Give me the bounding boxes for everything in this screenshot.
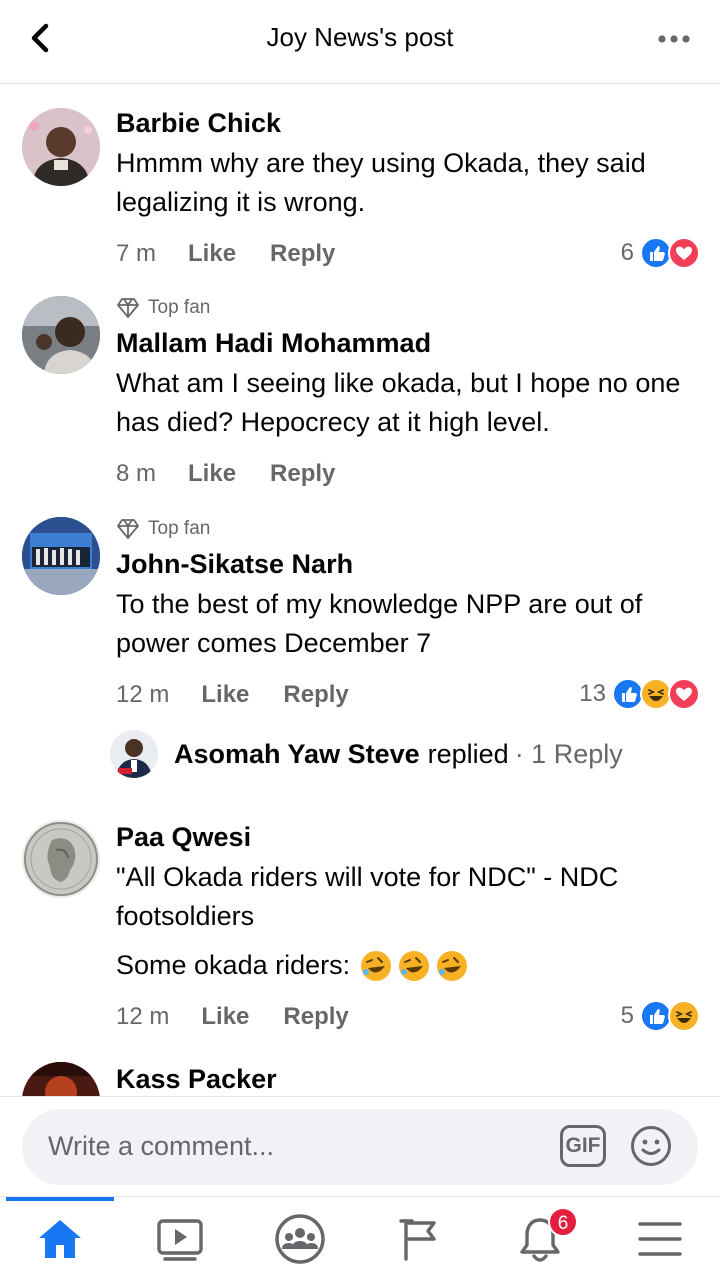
emoji-button[interactable] (630, 1125, 672, 1167)
comment-input-placeholder: Write a comment... (48, 1131, 275, 1161)
comment-author[interactable]: John-Sikatse Narh (116, 547, 700, 581)
notification-badge: 6 (548, 1207, 578, 1237)
rofl-emoji-icon (361, 950, 392, 981)
comment-text: What am I seeing like okada, but I hope … (116, 368, 681, 437)
tab-home[interactable] (0, 1197, 120, 1280)
reaction-summary[interactable]: 13 (579, 678, 700, 710)
comment-text: To the best of my knowledge NPP are out … (116, 589, 643, 658)
comment-text: "All Okada riders will vote for NDC" - N… (116, 862, 619, 931)
tab-pages[interactable] (360, 1197, 480, 1280)
like-button[interactable]: Like (188, 460, 236, 488)
rofl-emoji-icon (399, 950, 430, 981)
avatar[interactable] (22, 296, 100, 374)
comment-actions: 7 m Like Reply 6 (116, 234, 700, 274)
reaction-count: 13 (579, 680, 606, 707)
rofl-emoji-icon (437, 950, 468, 981)
top-bar: Joy News's post (0, 0, 720, 84)
top-fan-label: Top fan (148, 297, 211, 318)
reply-button[interactable]: Reply (283, 1003, 348, 1031)
reaction-count: 5 (620, 1002, 634, 1029)
comment-text-line-2: Some okada riders: (116, 946, 700, 985)
comment-author[interactable]: Paa Qwesi (116, 820, 700, 854)
comment-time: 12 m (116, 1003, 170, 1030)
groups-icon (275, 1214, 325, 1264)
comments-list: Barbie Chick Hmmm why are they using Oka… (0, 84, 720, 1096)
avatar[interactable] (22, 517, 100, 595)
rofl-emoji-icons (358, 948, 470, 984)
top-fan-badge: Top fan (116, 296, 700, 320)
tab-notifications[interactable]: 6 (480, 1197, 600, 1280)
like-button[interactable]: Like (201, 681, 249, 709)
avatar (110, 730, 158, 778)
reply-button[interactable]: Reply (283, 681, 348, 709)
comment-input[interactable]: Write a comment... GIF (22, 1109, 698, 1185)
comment-actions: 12 m Like Reply 13 (116, 675, 700, 715)
love-reaction-icon (668, 237, 700, 269)
top-fan-badge: Top fan (116, 517, 700, 541)
ellipsis-icon (658, 35, 690, 43)
reply-button[interactable]: Reply (270, 240, 335, 268)
reaction-count: 6 (620, 239, 634, 266)
reply-button[interactable]: Reply (270, 460, 335, 488)
comment-actions: 8 m Like Reply (116, 454, 700, 494)
tab-menu[interactable] (600, 1197, 720, 1280)
comment-text: Hmmm why are they using Okada, they said… (116, 148, 646, 217)
replied-label: replied (427, 738, 509, 769)
comment-time: 12 m (116, 681, 170, 708)
reaction-summary[interactable]: 5 (621, 1000, 700, 1032)
comment-actions: 12 m Like Reply 5 (116, 997, 700, 1037)
top-fan-label: Top fan (148, 518, 211, 539)
page-title: Joy News's post (266, 22, 454, 52)
video-play-icon (157, 1219, 203, 1261)
avatar[interactable] (22, 820, 100, 898)
avatar[interactable] (22, 108, 100, 186)
avatar[interactable] (22, 1062, 100, 1096)
comment-time: 7 m (116, 240, 157, 267)
haha-reaction-icon (668, 1000, 700, 1032)
tab-watch[interactable] (120, 1197, 240, 1280)
reply-count: · 1 Reply (514, 738, 623, 769)
home-icon (39, 1220, 81, 1258)
reaction-summary[interactable]: 6 (621, 237, 700, 269)
like-button[interactable]: Like (201, 1003, 249, 1031)
like-button[interactable]: Like (188, 240, 236, 268)
gif-button[interactable]: GIF (560, 1125, 606, 1167)
diamond-icon (117, 519, 139, 539)
tab-groups[interactable] (240, 1197, 360, 1280)
comment-time: 8 m (116, 460, 157, 487)
comment-composer: Write a comment... GIF (0, 1096, 720, 1196)
comment-text-2: Some okada riders: (116, 950, 351, 980)
comment-author[interactable]: Kass Packer (116, 1062, 700, 1096)
view-replies-row[interactable]: Asomah Yaw Steve replied · 1 Reply (110, 730, 623, 778)
flag-icon (399, 1219, 436, 1261)
love-reaction-icon (668, 678, 700, 710)
reply-author: Asomah Yaw Steve (174, 738, 420, 769)
comment-author[interactable]: Mallam Hadi Mohammad (116, 326, 700, 360)
smiley-icon (631, 1126, 671, 1166)
bottom-nav: 6 (0, 1196, 720, 1280)
hamburger-menu-icon (638, 1222, 682, 1256)
comment-author[interactable]: Barbie Chick (116, 106, 700, 140)
diamond-icon (117, 298, 139, 318)
more-options-button[interactable] (654, 24, 694, 54)
